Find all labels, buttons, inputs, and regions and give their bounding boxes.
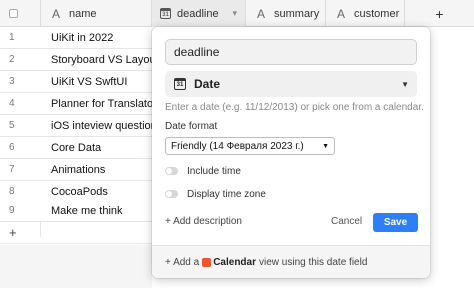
field-config-popover: deadline 31 Date ▼ Enter a date (e.g. 11… (152, 27, 430, 278)
include-time-toggle-row[interactable]: Include time (165, 163, 241, 179)
field-type-select[interactable]: 31 Date ▼ (165, 71, 417, 97)
select-all-cell (0, 0, 41, 27)
column-header-customer-label: customer (354, 7, 400, 20)
column-header-name-label: name (69, 7, 97, 20)
chevron-down-icon: ▼ (401, 79, 409, 89)
field-help-text: Enter a date (e.g. 11/12/2013) or pick o… (165, 102, 424, 113)
calendar-icon: 31 (174, 78, 186, 90)
column-header-deadline-label: deadline (177, 7, 219, 20)
table-row[interactable]: 1 UiKit in 2022 (0, 27, 152, 49)
row-name-cell[interactable]: Core Data (51, 137, 101, 159)
footer-prefix: + Add a (165, 256, 200, 268)
select-all-checkbox[interactable] (9, 9, 18, 18)
column-header-name[interactable]: A name (41, 0, 152, 27)
row-number: 5 (9, 120, 15, 131)
row-number: 1 (9, 32, 15, 43)
text-field-icon: A (336, 6, 345, 21)
add-calendar-view-link[interactable]: + Add a Calendar view using this date fi… (152, 245, 430, 278)
row-number: 6 (9, 142, 15, 153)
table-row[interactable]: 7 Animations (0, 159, 152, 181)
calendar-app-icon (202, 257, 212, 267)
include-time-label: Include time (187, 165, 241, 177)
table-row[interactable]: 4 Planner for Translator (0, 93, 157, 115)
row-number: 2 (9, 54, 15, 65)
row-name-cell[interactable]: Planner for Translator (51, 93, 157, 115)
text-field-icon: A (256, 6, 265, 21)
plus-icon: + (9, 225, 17, 240)
date-format-label: Date format (165, 121, 218, 132)
row-number: 4 (9, 98, 15, 109)
row-name-cell[interactable]: Animations (51, 159, 105, 181)
row-name-cell[interactable]: Make me think (51, 200, 123, 222)
row-name-cell[interactable]: iOS inteview questions (51, 115, 162, 137)
row-number: 7 (9, 164, 15, 175)
table-row[interactable]: 6 Core Data (0, 137, 152, 159)
field-type-label: Date (194, 77, 221, 91)
display-time-zone-label: Display time zone (187, 188, 266, 200)
table-row[interactable]: 3 UiKit VS SwftUI (0, 71, 152, 93)
display-time-zone-toggle-row[interactable]: Display time zone (165, 186, 266, 202)
grid-right-area (430, 27, 474, 288)
add-description-button[interactable]: + Add description (165, 216, 242, 227)
chevron-down-icon[interactable]: ▾ (232, 8, 237, 19)
column-header-summary-label: summary (274, 7, 320, 20)
include-time-toggle[interactable] (165, 167, 178, 175)
table-row[interactable]: 5 iOS inteview questions (0, 115, 162, 137)
table-row[interactable]: 2 Storyboard VS Layout (0, 49, 159, 71)
column-header-customer[interactable]: A customer (326, 0, 405, 27)
field-name-input[interactable]: deadline (165, 39, 417, 65)
column-header-summary[interactable]: A summary (246, 0, 326, 27)
row-name-cell[interactable]: UiKit VS SwftUI (51, 71, 127, 93)
calendar-icon: 31 (160, 8, 171, 19)
add-column-button[interactable]: + (405, 0, 474, 27)
cancel-button[interactable]: Cancel (327, 213, 366, 231)
table-row[interactable]: 9 Make me think (0, 200, 152, 222)
date-format-value: Friendly (14 Февраля 2023 г.) (171, 140, 304, 152)
chevron-down-icon: ▼ (322, 142, 329, 150)
add-row-button[interactable]: + (0, 222, 152, 244)
display-time-zone-toggle[interactable] (165, 190, 178, 198)
column-header-deadline[interactable]: 31 deadline ▾ (152, 0, 246, 27)
row-number: 3 (9, 76, 15, 87)
row-name-cell[interactable]: UiKit in 2022 (51, 27, 113, 49)
grid-footer (0, 245, 152, 288)
text-field-icon: A (51, 6, 60, 21)
row-name-cell[interactable]: Storyboard VS Layout (51, 49, 159, 71)
footer-app-name: Calendar (213, 256, 256, 268)
date-format-select[interactable]: Friendly (14 Февраля 2023 г.) ▼ (165, 137, 335, 155)
grid-header: A name 31 deadline ▾ A summary A custome… (0, 0, 474, 27)
row-number: 9 (9, 205, 15, 216)
footer-suffix: view using this date field (259, 256, 368, 268)
save-button[interactable]: Save (373, 213, 418, 232)
